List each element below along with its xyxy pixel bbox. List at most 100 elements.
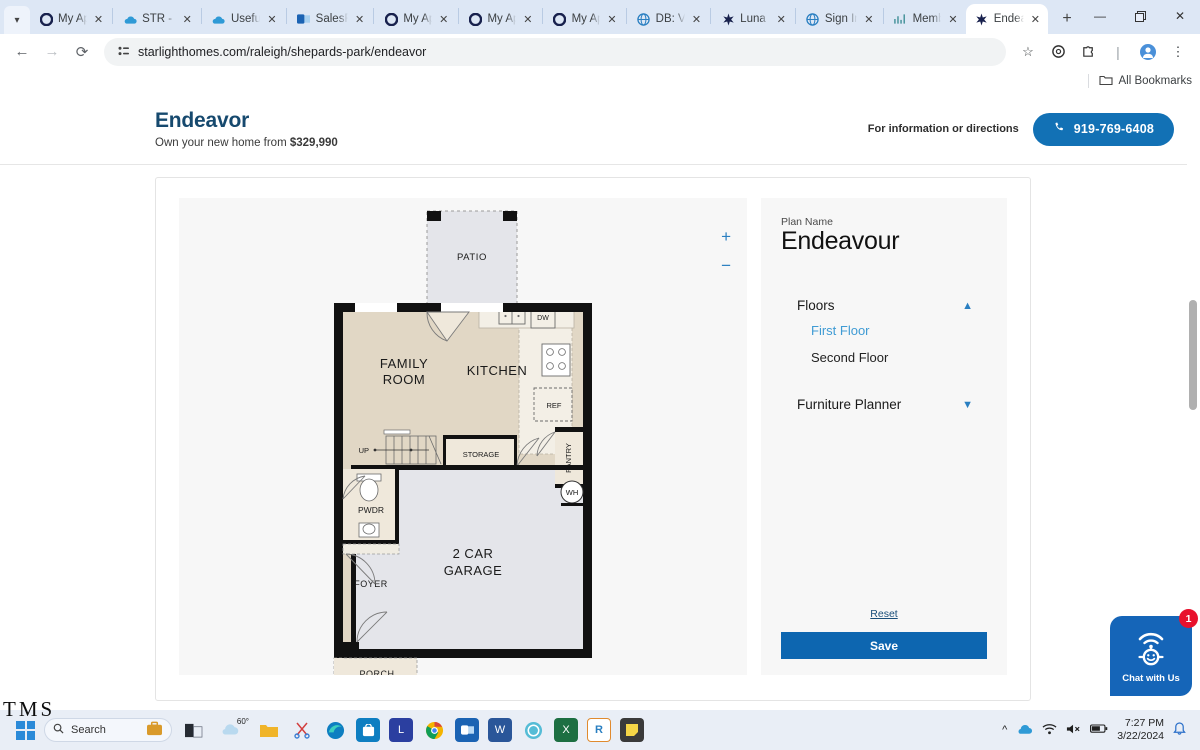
browser-tab[interactable]: My Ap ✕ bbox=[459, 4, 540, 34]
price-line: Own your new home from $329,990 bbox=[155, 137, 338, 149]
browser-tab[interactable]: Luna - ✕ bbox=[712, 4, 794, 34]
taskbar-apps: Search 60° L W X R bbox=[16, 717, 644, 742]
taskbar-clock[interactable]: 7:27 PM 3/22/2024 bbox=[1117, 717, 1164, 743]
word-icon[interactable]: W bbox=[488, 718, 512, 742]
gear-icon bbox=[1051, 45, 1065, 58]
browser-tab[interactable]: DB: Vi ✕ bbox=[628, 4, 710, 34]
site-settings-icon[interactable] bbox=[116, 45, 130, 59]
tab-close-icon[interactable]: ✕ bbox=[690, 12, 703, 27]
close-button[interactable]: ✕ bbox=[1160, 2, 1200, 30]
wifi-icon[interactable] bbox=[1042, 723, 1057, 738]
browser-tab[interactable]: Memb ✕ bbox=[885, 4, 966, 34]
browser-tab[interactable]: My Ap ✕ bbox=[375, 4, 456, 34]
browser-tab[interactable]: SalesF ✕ bbox=[288, 4, 373, 34]
tab-close-icon[interactable]: ✕ bbox=[946, 12, 959, 27]
browser-tab[interactable]: STR - (✕ bbox=[114, 4, 200, 34]
chart-icon bbox=[894, 12, 908, 26]
folder-taskbar-icon[interactable] bbox=[257, 718, 281, 742]
accordion-floors-header[interactable]: Floors ▲ bbox=[781, 294, 987, 317]
tab-close-icon[interactable]: ✕ bbox=[265, 12, 278, 27]
browser-tab[interactable]: Sign In ✕ bbox=[797, 4, 882, 34]
chat-widget[interactable]: 1 Chat with Us bbox=[1110, 609, 1198, 696]
r-app-icon[interactable]: R bbox=[587, 718, 611, 742]
bookmarks-bar: All Bookmarks bbox=[0, 69, 1200, 93]
tab-close-icon[interactable]: ✕ bbox=[92, 12, 105, 27]
reload-button[interactable]: ⟳ bbox=[68, 38, 96, 66]
floorplan-label: ROOM bbox=[383, 372, 425, 387]
onedrive-icon[interactable] bbox=[1016, 723, 1033, 738]
forward-button[interactable]: → bbox=[38, 38, 66, 66]
browser-menu-icon[interactable]: ⋮ bbox=[1164, 38, 1192, 66]
tab-close-icon[interactable]: ✕ bbox=[774, 12, 787, 27]
zoom-controls: + − bbox=[721, 228, 731, 274]
tab-title: My Ap bbox=[58, 13, 87, 25]
browser-tab[interactable]: Useful ✕ bbox=[203, 4, 285, 34]
tab-close-icon[interactable]: ✕ bbox=[605, 12, 618, 27]
search-placeholder: Search bbox=[71, 724, 106, 736]
browser-tab[interactable]: My Ap ✕ bbox=[544, 4, 625, 34]
tray-expand-icon[interactable]: ^ bbox=[1002, 724, 1007, 736]
maximize-button[interactable] bbox=[1120, 2, 1160, 30]
extensions-gear-icon[interactable] bbox=[1044, 38, 1072, 66]
tab-title: Luna - bbox=[740, 13, 769, 25]
teams-icon[interactable] bbox=[521, 718, 545, 742]
extensions-puzzle-icon[interactable] bbox=[1074, 38, 1102, 66]
weather-widget[interactable]: 60° bbox=[214, 717, 249, 742]
site-header: Endeavor Own your new home from $329,990… bbox=[0, 94, 1200, 165]
battery-icon[interactable] bbox=[1090, 723, 1108, 737]
tab-title: SalesF bbox=[315, 13, 348, 25]
accordion-furniture-header[interactable]: Furniture Planner ▼ bbox=[781, 393, 987, 416]
floors-label: Floors bbox=[797, 298, 835, 313]
weather-temp: 60° bbox=[236, 717, 249, 726]
windows-start-icon[interactable] bbox=[16, 720, 35, 740]
browser-tab-active[interactable]: Endea ✕ bbox=[965, 4, 1049, 34]
microsoft-store-icon[interactable] bbox=[356, 718, 380, 742]
taskbar-search[interactable]: Search bbox=[44, 718, 172, 742]
tab-close-icon[interactable]: ✕ bbox=[1029, 12, 1042, 27]
minimize-button[interactable]: — bbox=[1080, 2, 1120, 30]
price-prefix: Own your new home from bbox=[155, 137, 290, 149]
floor-option[interactable]: Second Floor bbox=[781, 344, 987, 371]
all-bookmarks-label[interactable]: All Bookmarks bbox=[1119, 75, 1193, 87]
briefcase-icon[interactable] bbox=[146, 721, 163, 739]
notes-icon[interactable] bbox=[620, 718, 644, 742]
reset-link[interactable]: Reset bbox=[781, 608, 987, 620]
floorplan-drawing: PATIO DW REF PANTRY STORAGE UP PWDR FOYE… bbox=[333, 210, 592, 689]
tab-close-icon[interactable]: ✕ bbox=[181, 12, 195, 27]
outlook-taskbar-icon[interactable] bbox=[455, 718, 479, 742]
phone-button[interactable]: 919-769-6408 bbox=[1032, 112, 1174, 146]
file-explorer-taskbar-icon[interactable] bbox=[181, 718, 205, 742]
bookmark-star-icon[interactable]: ☆ bbox=[1014, 38, 1042, 66]
floor-option[interactable]: First Floor bbox=[781, 317, 987, 344]
browser-tab[interactable]: My Ap ✕ bbox=[30, 4, 111, 34]
l-app-icon[interactable]: L bbox=[389, 718, 413, 742]
back-button[interactable]: ← bbox=[8, 38, 36, 66]
globe-icon bbox=[806, 12, 820, 26]
floorplan-label: DW bbox=[537, 315, 549, 322]
floorplan-canvas[interactable]: PATIO DW REF PANTRY STORAGE UP PWDR FOYE… bbox=[179, 198, 747, 689]
tab-search-chevron-icon[interactable]: ▾ bbox=[4, 6, 30, 34]
circle-icon bbox=[553, 12, 567, 26]
floorplan-label: UP bbox=[359, 446, 369, 455]
notification-bell-icon[interactable] bbox=[1173, 721, 1186, 739]
edge-icon[interactable] bbox=[323, 718, 347, 742]
address-bar[interactable]: starlighthomes.com/raleigh/shepards-park… bbox=[104, 37, 1006, 66]
chevron-up-icon[interactable]: ▲ bbox=[962, 300, 973, 312]
excel-icon[interactable]: X bbox=[554, 718, 578, 742]
tab-close-icon[interactable]: ✕ bbox=[862, 12, 876, 27]
chevron-down-icon[interactable]: ▼ bbox=[962, 399, 973, 411]
tab-close-icon[interactable]: ✕ bbox=[353, 12, 367, 27]
new-tab-button[interactable]: + bbox=[1054, 6, 1080, 32]
tab-title: Memb bbox=[912, 13, 942, 25]
phone-number[interactable]: 919-769-6408 bbox=[1074, 122, 1154, 136]
save-button[interactable]: Save bbox=[781, 632, 987, 659]
zoom-out-button[interactable]: − bbox=[721, 257, 731, 274]
tab-close-icon[interactable]: ✕ bbox=[437, 12, 450, 27]
snip-tool-icon[interactable] bbox=[290, 718, 314, 742]
volume-muted-icon[interactable] bbox=[1066, 723, 1081, 738]
page-scrollbar-thumb[interactable] bbox=[1189, 300, 1197, 410]
tab-close-icon[interactable]: ✕ bbox=[521, 12, 534, 27]
profile-avatar-icon[interactable] bbox=[1134, 38, 1162, 66]
chrome-icon[interactable] bbox=[422, 718, 446, 742]
zoom-in-button[interactable]: + bbox=[721, 228, 731, 245]
